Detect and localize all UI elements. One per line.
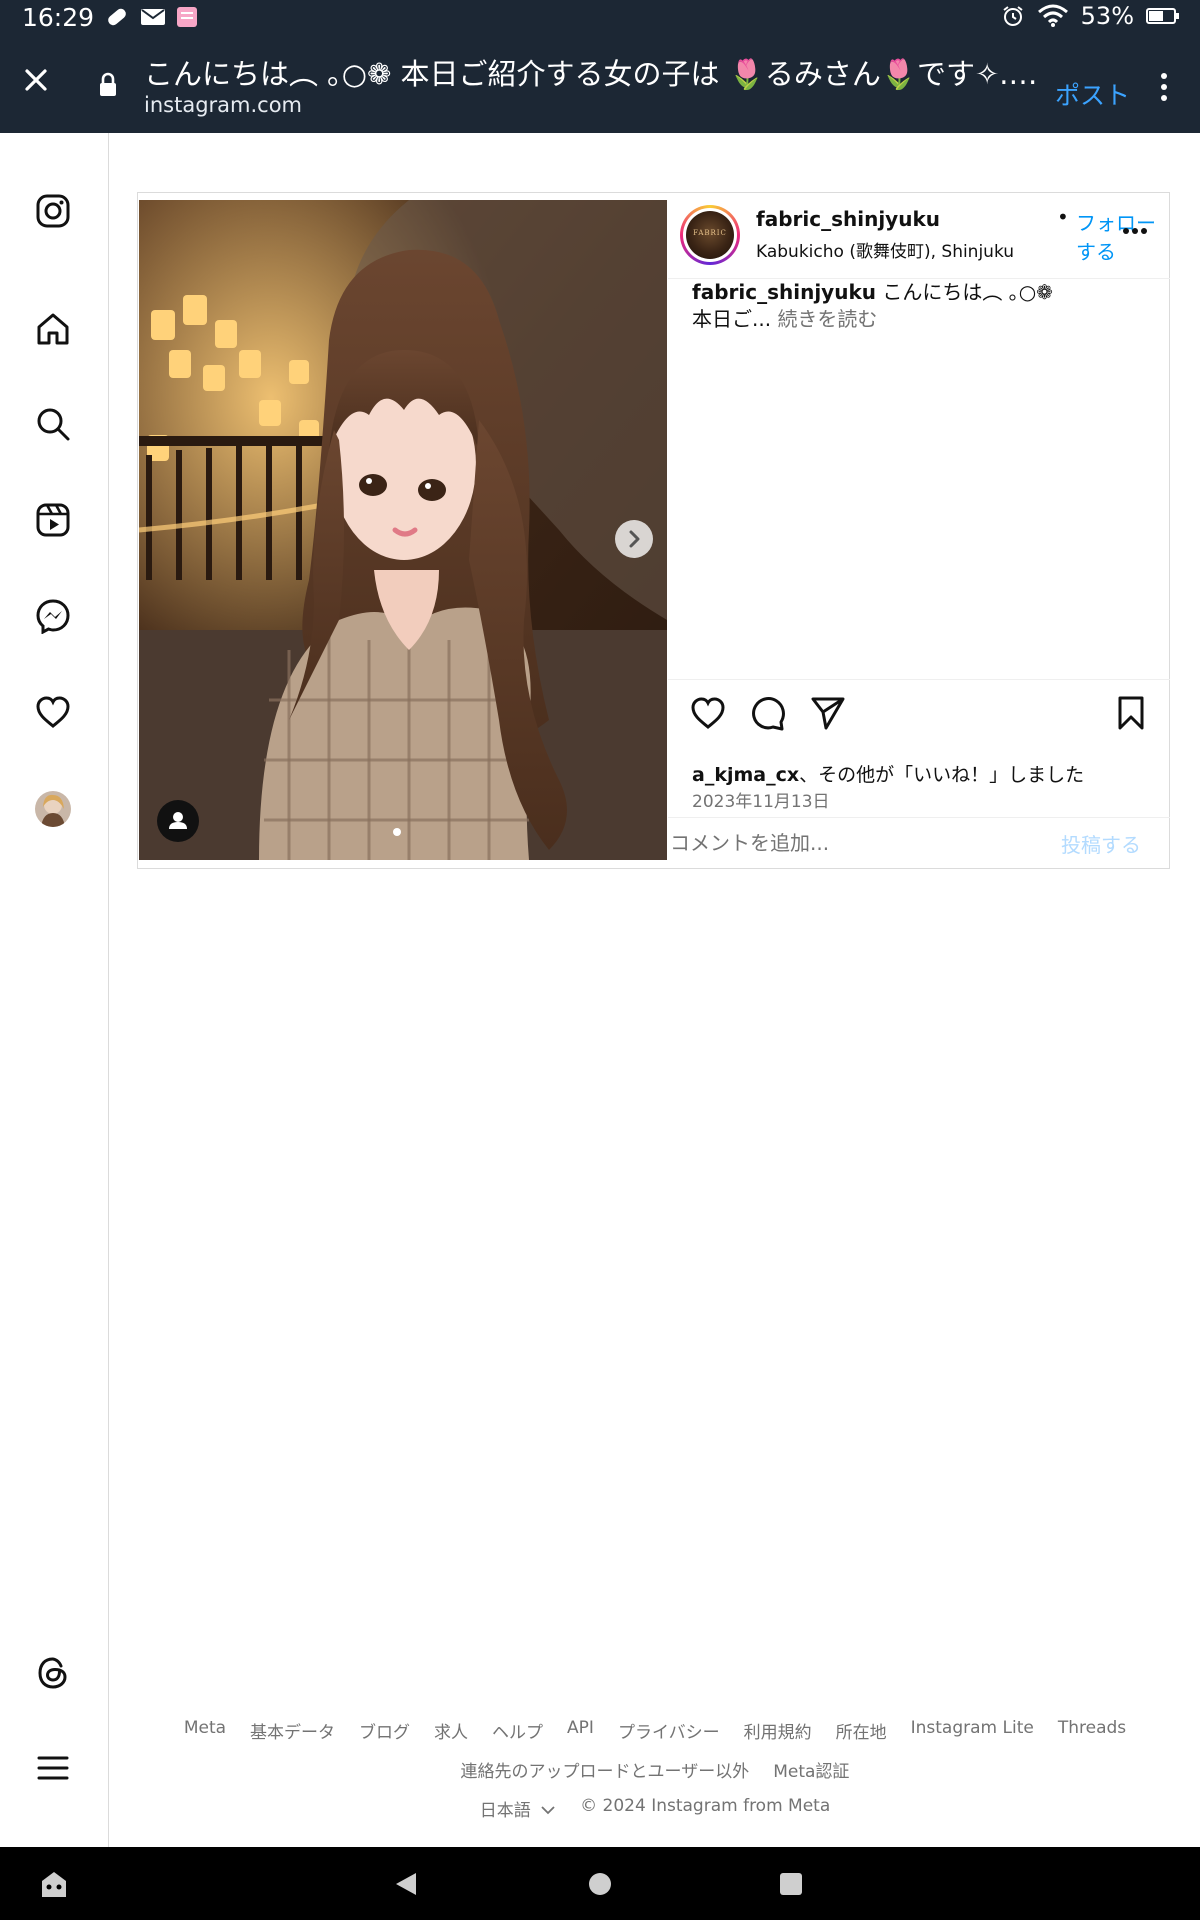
post-photo[interactable] <box>139 200 667 860</box>
system-navigation-bar <box>0 1847 1200 1920</box>
comment-input[interactable] <box>670 826 1050 860</box>
save-bookmark-icon[interactable] <box>1112 694 1150 732</box>
footer-link[interactable]: ヘルプ <box>492 1718 543 1743</box>
reels-icon[interactable] <box>35 502 71 538</box>
instagram-sidebar <box>0 133 109 1847</box>
search-icon[interactable] <box>35 406 71 442</box>
threads-icon[interactable] <box>35 1655 71 1691</box>
caption-line-2: 本日ご... <box>692 307 772 331</box>
header-separator: • <box>1057 205 1069 229</box>
instagram-logo-icon[interactable] <box>35 193 71 229</box>
footer-link[interactable]: 基本データ <box>250 1718 335 1743</box>
likes-suffix: 、その他が「いいね！」しました <box>799 764 1085 786</box>
post-card: FABRIC fabric_shinjyuku • フォローする Kabukic… <box>137 192 1170 869</box>
footer-link[interactable]: Meta認証 <box>773 1757 849 1782</box>
comment-icon[interactable] <box>749 694 787 732</box>
post-actions: a_kjma_cx、その他が「いいね！」しました 2023年11月13日 投稿す… <box>668 679 1170 869</box>
copyright-text: © 2024 Instagram from Meta <box>580 1796 831 1816</box>
footer-links: Meta 基本データ ブログ 求人 ヘルプ API プライバシー 利用規約 所在… <box>110 1718 1200 1743</box>
likes-summary[interactable]: a_kjma_cx、その他が「いいね！」しました <box>692 760 1084 787</box>
language-selector[interactable]: 日本語 <box>480 1796 556 1821</box>
status-time: 16:29 <box>22 3 95 32</box>
alarm-icon <box>1003 6 1023 26</box>
user-tag-icon <box>169 812 187 829</box>
footer-link[interactable]: 利用規約 <box>744 1718 812 1743</box>
battery-percent: 53% <box>1080 2 1134 30</box>
follow-button[interactable]: フォローする <box>1076 207 1170 265</box>
account-avatar[interactable]: FABRIC <box>680 205 740 265</box>
more-options-icon[interactable] <box>1122 227 1148 235</box>
footer-link[interactable]: Instagram Lite <box>911 1718 1034 1743</box>
lock-icon <box>100 72 116 96</box>
like-heart-icon[interactable] <box>689 694 727 732</box>
footer-links-row-2: 連絡先のアップロードとユーザー以外 Meta認証 <box>110 1757 1200 1782</box>
likes-user[interactable]: a_kjma_cx <box>692 764 799 786</box>
system-icons: 53% <box>1001 2 1180 30</box>
browser-toolbar: こんにちは︵ ｡○❁ 本日ご紹介する女の子は 🌷るみさん🌷です✧.·*. @ru… <box>0 37 1200 133</box>
share-send-icon[interactable] <box>809 694 847 732</box>
home-icon[interactable] <box>35 311 71 347</box>
post-username[interactable]: fabric_shinjyuku <box>756 207 940 231</box>
home-button[interactable] <box>589 1873 611 1895</box>
tagged-users-button[interactable] <box>157 800 199 842</box>
read-more-link[interactable]: 続きを読む <box>777 307 877 331</box>
comment-row: 投稿する <box>668 817 1170 867</box>
footer-link[interactable]: 求人 <box>434 1718 468 1743</box>
language-label: 日本語 <box>479 1801 531 1821</box>
post-details: FABRIC fabric_shinjyuku • フォローする Kabukic… <box>668 193 1170 868</box>
avatar-logo-text: FABRIC <box>693 229 727 237</box>
footer-link[interactable]: 所在地 <box>836 1718 887 1743</box>
chevron-down-icon <box>541 1806 555 1815</box>
post-header: FABRIC fabric_shinjyuku • フォローする Kabukic… <box>668 193 1170 279</box>
back-icon[interactable] <box>394 1871 418 1897</box>
carousel-indicator-dot <box>393 828 401 836</box>
pill-icon <box>108 8 126 26</box>
footer-link[interactable]: 連絡先のアップロードとユーザー以外 <box>461 1757 750 1782</box>
close-icon[interactable] <box>18 62 54 98</box>
mail-icon <box>141 9 165 25</box>
footer-link[interactable]: API <box>567 1718 594 1743</box>
footer: Meta 基本データ ブログ 求人 ヘルプ API プライバシー 利用規約 所在… <box>110 1718 1200 1821</box>
post-caption: fabric_shinjyuku こんにちは︵ ｡○❁ 本日ご... 続きを読む <box>692 279 1152 333</box>
notification-icons <box>104 5 198 29</box>
recents-button[interactable] <box>780 1873 802 1895</box>
battery-icon <box>1146 8 1179 24</box>
messenger-icon[interactable] <box>35 598 71 634</box>
photo-illustration <box>139 200 667 860</box>
page-title: こんにちは︵ ｡○❁ 本日ご紹介する女の子は 🌷るみさん🌷です✧.·*. @ru… <box>144 57 1039 91</box>
app-icon <box>177 7 197 27</box>
wifi-icon <box>1037 4 1068 27</box>
footer-link[interactable]: ブログ <box>359 1718 410 1743</box>
chevron-right-icon <box>629 530 640 548</box>
footer-row-3: 日本語 © 2024 Instagram from Meta <box>110 1796 1200 1821</box>
footer-link[interactable]: Threads <box>1058 1718 1126 1743</box>
post-share-button[interactable]: ポスト <box>1055 76 1130 112</box>
footer-link[interactable]: Meta <box>184 1718 226 1743</box>
notifications-heart-icon[interactable] <box>35 694 71 730</box>
overflow-menu-icon[interactable] <box>1154 71 1174 103</box>
caption-line-1: こんにちは︵ ｡○❁ <box>882 280 1053 304</box>
status-bar: 16:29 53% <box>0 0 1200 37</box>
menu-icon[interactable] <box>35 1750 71 1786</box>
next-photo-button[interactable] <box>615 520 653 558</box>
post-date[interactable]: 2023年11月13日 <box>692 787 830 812</box>
post-comment-button[interactable]: 投稿する <box>1061 829 1141 858</box>
profile-avatar[interactable] <box>35 791 71 827</box>
post-location[interactable]: Kabukicho (歌舞伎町), Shinjuku <box>756 237 1014 262</box>
footer-link[interactable]: プライバシー <box>618 1718 720 1743</box>
assistant-icon[interactable] <box>38 1869 70 1899</box>
page-url: instagram.com <box>144 93 303 117</box>
caption-username[interactable]: fabric_shinjyuku <box>692 280 876 304</box>
